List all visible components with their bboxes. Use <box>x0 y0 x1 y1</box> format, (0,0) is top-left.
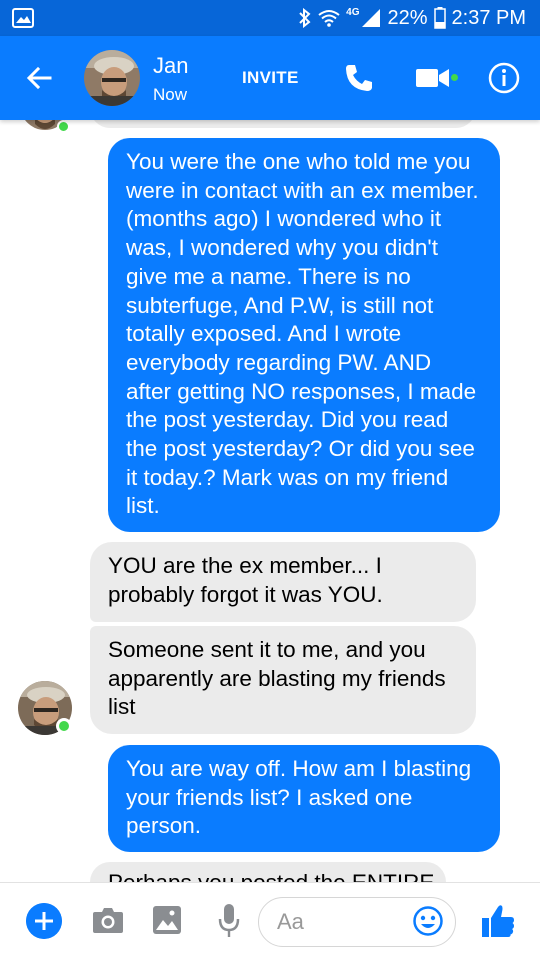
invite-button[interactable]: INVITE <box>242 68 299 88</box>
plus-icon[interactable] <box>26 903 62 939</box>
battery-level: 22% <box>387 6 428 29</box>
contact-avatar[interactable] <box>84 50 140 106</box>
back-arrow-icon[interactable] <box>22 60 58 96</box>
clock: 2:37 PM <box>451 6 526 29</box>
message-bubble-received[interactable]: Someone sent it to me, and you apparentl… <box>90 626 476 734</box>
message-composer: Aa <box>0 882 540 960</box>
message-list[interactable]: You were the one who told me you were in… <box>0 120 540 882</box>
thumbs-up-icon[interactable] <box>480 903 516 939</box>
online-indicator <box>56 718 72 734</box>
info-icon[interactable] <box>488 62 520 94</box>
message-bubble-received[interactable]: YOU are the ex member... I probably forg… <box>90 542 476 622</box>
message-bubble-received[interactable] <box>90 120 476 128</box>
video-camera-icon[interactable] <box>415 66 451 90</box>
contact-name: Jan <box>153 53 189 78</box>
emoji-icon[interactable] <box>412 905 444 937</box>
signal-icon <box>362 9 381 27</box>
contact-active-status: Now <box>153 85 188 104</box>
camera-icon[interactable] <box>92 906 124 934</box>
phone-icon[interactable] <box>343 62 375 94</box>
battery-icon <box>433 7 446 29</box>
video-online-dot <box>451 74 458 81</box>
message-text: Perhaps you posted the ENTIRE <box>108 870 434 882</box>
network-type: 4G <box>346 7 360 18</box>
gallery-notification-icon <box>12 8 34 28</box>
online-indicator <box>57 120 70 133</box>
message-bubble-received[interactable]: Perhaps you posted the ENTIRE <box>90 862 446 882</box>
message-bubble-sent[interactable]: You were the one who told me you were in… <box>108 138 500 532</box>
microphone-icon[interactable] <box>218 903 240 939</box>
gallery-icon[interactable] <box>152 905 182 935</box>
chat-header: Jan Now INVITE <box>0 36 540 120</box>
contact-photo <box>84 50 140 106</box>
status-bar: 4G 22% 2:37 PM <box>0 0 540 36</box>
status-indicators: 4G 22% 2:37 PM <box>298 0 526 36</box>
message-bubble-sent[interactable]: You are way off. How am I blasting your … <box>108 745 500 852</box>
bluetooth-icon <box>299 8 311 28</box>
wifi-icon <box>318 10 340 27</box>
